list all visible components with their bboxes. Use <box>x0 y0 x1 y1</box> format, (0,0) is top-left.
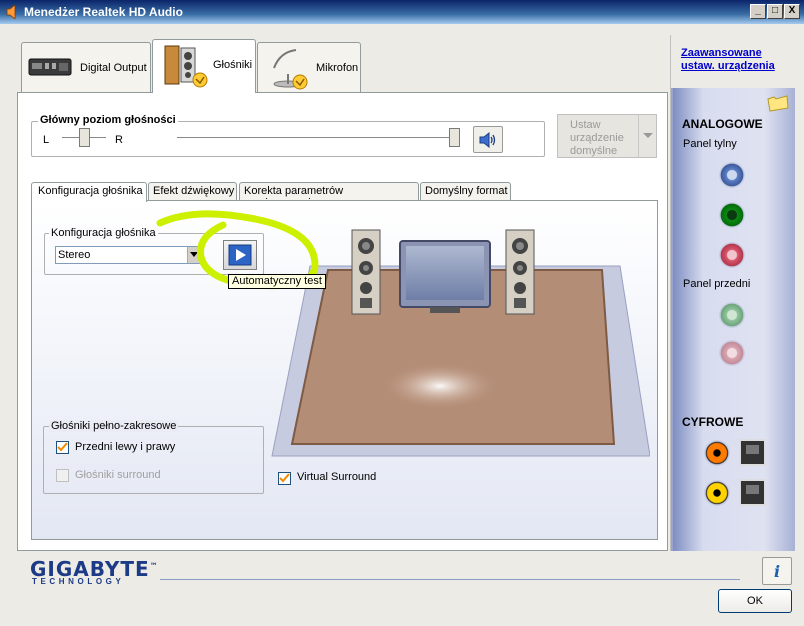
analog-title: ANALOGOWE <box>682 117 763 131</box>
balance-slider[interactable] <box>79 128 90 147</box>
spdif-optical-jack[interactable] <box>739 439 766 466</box>
auto-test-button[interactable] <box>223 240 257 270</box>
maximize-button[interactable]: □ <box>767 4 783 19</box>
select-arrow[interactable] <box>187 247 200 263</box>
tab-digital-output[interactable]: Digital Output <box>21 42 151 92</box>
tab-speaker-config[interactable]: Konfiguracja głośnika <box>31 182 147 202</box>
tab-default-format-label: Domyślny format <box>425 185 508 197</box>
volume-slider[interactable] <box>449 128 460 147</box>
fullrange-title: Głośniki pełno-zakresowe <box>49 420 179 432</box>
tab-speakers-label: Głośniki <box>213 59 253 71</box>
ok-button[interactable]: OK <box>718 589 792 613</box>
set-default-device-button[interactable]: Ustaw urządzenie domyślne <box>557 114 657 158</box>
auto-test-tooltip: Automatyczny test <box>228 274 326 289</box>
tab-speaker-config-label: Konfiguracja głośnika <box>38 185 143 197</box>
virtual-surround-label: Virtual Surround <box>297 471 377 483</box>
close-button[interactable]: X <box>784 4 800 19</box>
front-speakers-label: Przedni lewy i prawy <box>75 441 176 453</box>
speaker-config-title: Konfiguracja głośnika <box>49 227 158 239</box>
spdif-coax-jack-2[interactable] <box>704 480 730 506</box>
tab-microphone[interactable]: Mikrofon <box>257 42 361 92</box>
speaker-volume-icon <box>479 131 496 149</box>
volume-track <box>177 137 457 140</box>
checkmark-icon <box>279 473 290 483</box>
front-jack-green[interactable] <box>719 302 745 328</box>
spdif-optical-jack-2[interactable] <box>739 479 766 506</box>
gigabyte-sub: TECHNOLOGY <box>32 577 125 586</box>
virtual-surround-checkbox[interactable] <box>278 472 291 485</box>
spdif-coax-jack[interactable] <box>704 440 730 466</box>
info-button[interactable]: i <box>762 557 792 585</box>
tab-room-correction[interactable]: Korekta parametrów pomieszczenia <box>239 182 419 209</box>
front-panel-title: Panel przedni <box>683 278 751 290</box>
tab-microphone-label: Mikrofon <box>316 62 359 74</box>
speaker-app-icon <box>6 5 16 19</box>
chevron-down-icon <box>190 252 198 257</box>
balance-left-label: L <box>43 134 50 146</box>
master-volume-title: Główny poziom głośności <box>38 114 178 126</box>
surround-speakers-checkbox[interactable] <box>56 469 69 482</box>
speakers-icon <box>164 45 208 88</box>
balance-right-label: R <box>115 134 123 146</box>
tab-digital-output-label: Digital Output <box>80 62 147 74</box>
minimize-button[interactable]: _ <box>750 4 766 19</box>
digital-output-icon <box>28 58 72 76</box>
speaker-room-visual <box>271 229 650 457</box>
surround-speakers-label: Głośniki surround <box>75 469 161 481</box>
rear-jack-green[interactable] <box>719 202 745 228</box>
speaker-config-select[interactable]: Stereo <box>55 246 201 264</box>
front-speakers-checkbox[interactable] <box>56 441 69 454</box>
speaker-config-value: Stereo <box>58 249 91 261</box>
title-bar: Menedżer Realtek HD Audio _ □ X <box>0 0 804 24</box>
folder-icon[interactable] <box>767 94 789 112</box>
rear-jack-pink[interactable] <box>719 242 745 268</box>
info-icon: i <box>774 562 781 581</box>
chevron-down-icon <box>643 133 653 138</box>
bottom-divider <box>160 579 740 580</box>
brand-tm: ™ <box>149 561 159 571</box>
front-jack-pink[interactable] <box>719 340 745 366</box>
digital-title: CYFROWE <box>682 415 744 429</box>
microphone-icon <box>273 49 308 90</box>
checkmark-icon <box>57 442 68 452</box>
tab-speakers[interactable]: Głośniki <box>152 39 256 93</box>
jack-panel <box>670 35 795 551</box>
mute-button[interactable] <box>473 126 503 153</box>
fullrange-group <box>43 426 264 494</box>
tab-default-format[interactable]: Domyślny format <box>420 182 511 201</box>
set-default-device-label: Ustaw urządzenie domyślne <box>570 119 624 157</box>
tab-sound-effects[interactable]: Efekt dźwiękowy <box>148 182 237 201</box>
advanced-settings-link[interactable]: Zaawansowane ustaw. urządzenia <box>681 47 791 73</box>
rear-jack-blue[interactable] <box>719 162 745 188</box>
rear-panel-title: Panel tylny <box>683 138 737 150</box>
window-title: Menedżer Realtek HD Audio <box>24 5 183 19</box>
tab-sound-effects-label: Efekt dźwiękowy <box>153 185 235 197</box>
play-icon <box>228 244 252 266</box>
